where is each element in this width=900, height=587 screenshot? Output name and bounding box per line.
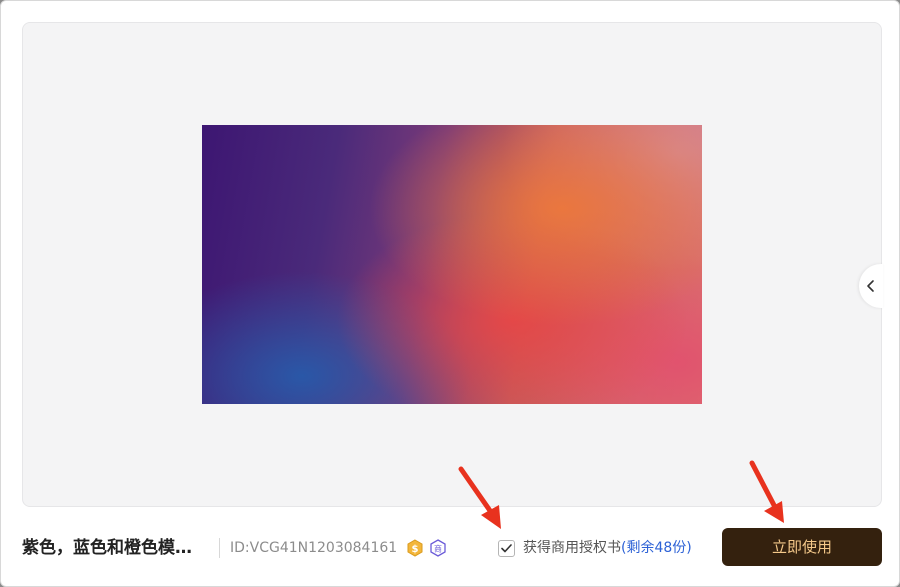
preview-area — [22, 22, 883, 507]
coin-badge-glyph: $ — [412, 544, 419, 555]
check-icon — [501, 543, 512, 552]
asset-id: ID:VCG41N1203084161 — [230, 540, 398, 556]
commercial-badge-icon: 商 — [430, 539, 446, 557]
preview-image — [202, 125, 702, 404]
license-checkbox[interactable] — [498, 539, 515, 557]
bottom-bar: 紫色，蓝色和橙色模糊渐变背景 ID:VCG41N1203084161 $ 商 获… — [1, 521, 899, 577]
license-label: 获得商用授权书 — [523, 540, 621, 556]
coin-badge-icon: $ — [407, 539, 423, 557]
side-panel-toggle-button[interactable] — [859, 264, 883, 308]
license-remaining-link[interactable]: (剩余48份) — [621, 538, 692, 558]
license-option[interactable]: 获得商用授权书 (剩余48份) — [498, 538, 692, 558]
image-detail-dialog: 紫色，蓝色和橙色模糊渐变背景 ID:VCG41N1203084161 $ 商 获… — [0, 0, 900, 587]
image-title: 紫色，蓝色和橙色模糊渐变背景 — [22, 538, 207, 558]
divider — [219, 538, 220, 558]
use-now-button[interactable]: 立即使用 — [722, 528, 882, 566]
chevron-left-icon — [867, 280, 874, 292]
commercial-badge-glyph: 商 — [434, 544, 442, 554]
